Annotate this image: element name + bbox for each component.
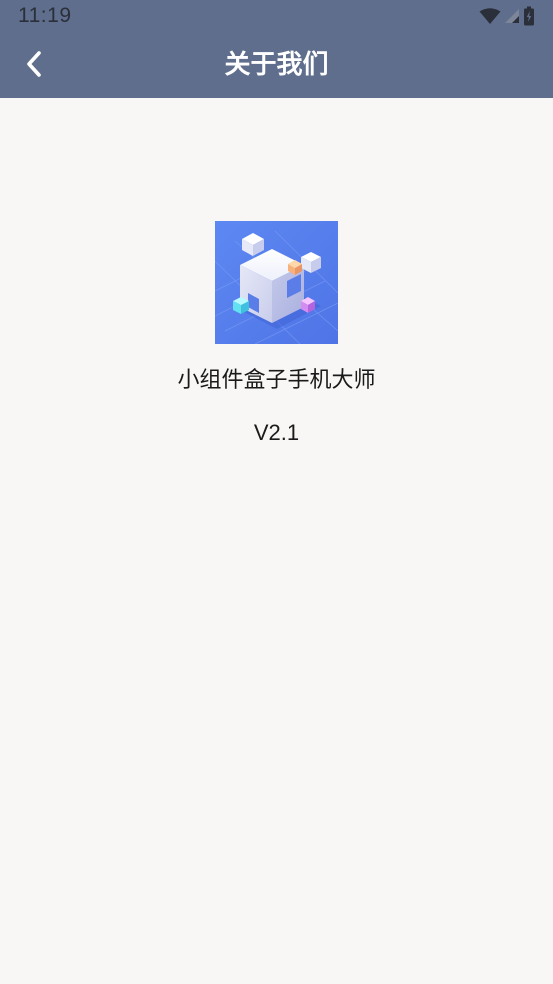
app-header: 11:19 关于我们: [0, 0, 553, 98]
status-bar-icons: [479, 6, 535, 26]
wifi-icon: [479, 7, 501, 24]
stacked-cubes-logo: [214, 221, 339, 345]
app-name: 小组件盒子手机大师: [177, 368, 376, 393]
page-title: 关于我们: [224, 50, 329, 80]
battery-icon: [524, 6, 534, 26]
status-bar-time: 11:19: [18, 4, 72, 27]
app-logo: [214, 221, 339, 345]
cellular-signal-icon: [505, 9, 519, 23]
app-version: V2.1: [253, 420, 300, 445]
